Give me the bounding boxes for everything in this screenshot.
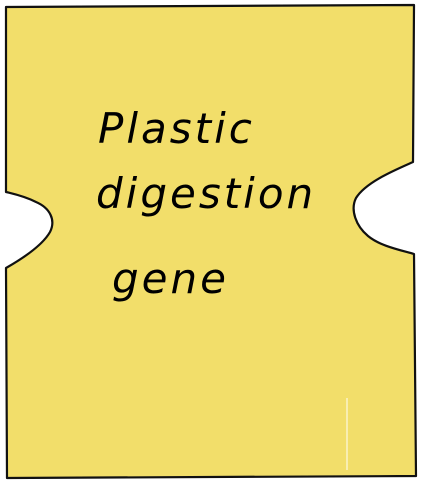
gene-puzzle-card: Plastic digestion gene [0, 0, 422, 484]
gene-card-drawing: Plastic digestion gene [4, 3, 418, 480]
card-label-line-1: Plastic [98, 104, 255, 153]
card-label-line-2: digestion [96, 169, 316, 218]
puzzle-piece-shape [4, 3, 418, 480]
card-label-line-3: gene [112, 254, 229, 303]
